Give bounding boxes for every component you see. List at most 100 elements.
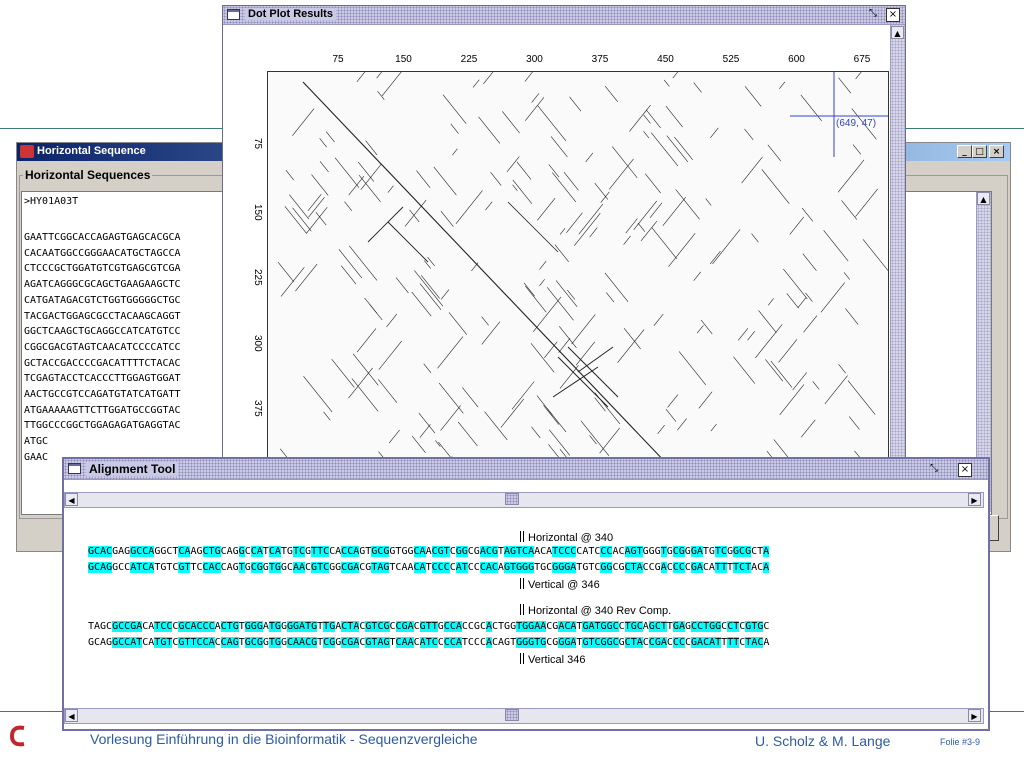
sequence-header: >HY01A03T <box>24 196 79 207</box>
close-button[interactable]: × <box>989 145 1004 158</box>
dot-plot-segment <box>554 244 569 263</box>
dot-plot-segment <box>303 376 333 413</box>
x-tick-label: 375 <box>591 54 609 65</box>
dot-plot-segment <box>411 435 426 453</box>
maximize-button[interactable]: □ <box>972 145 987 158</box>
dot-plot-segment <box>369 304 378 314</box>
dot-plot-segment <box>649 202 663 219</box>
restore-icon[interactable]: ⤡ <box>867 8 879 20</box>
dot-plot-segment <box>502 111 520 134</box>
sequence-line: GCTACCGACCCCGACATTTTCTACAC <box>24 357 181 369</box>
restore-icon[interactable]: ⤡ <box>928 463 940 475</box>
dot-plot-segment <box>663 79 670 87</box>
dot-plot-segment <box>751 233 759 243</box>
bottom-horizontal-scrollbar[interactable] <box>64 708 984 724</box>
dot-plot-segment <box>440 405 461 431</box>
dot-plot-segment <box>675 189 700 220</box>
dot-plot-segment <box>484 411 508 441</box>
y-tick-label: 225 <box>252 269 263 286</box>
alignment-tool-titlebar[interactable]: Alignment Tool ⤡ × <box>64 459 988 480</box>
dot-plot-segment <box>546 408 567 433</box>
close-icon[interactable]: × <box>958 463 972 477</box>
dot-plot-scroll-up-arrow[interactable]: ▲ <box>891 26 904 39</box>
sequence-line: TACGACTGGAGCGCCTACAAGCAGGT <box>24 310 181 322</box>
dot-plot-window: Dot Plot Results ⤡ × 75 150 225 300 375 450 52… <box>222 5 906 466</box>
dot-plot-segment <box>838 364 846 374</box>
dot-plot-segment <box>733 356 756 384</box>
dot-plot-segment <box>566 212 583 233</box>
dot-plot-segment <box>779 81 786 90</box>
dot-plot-segment <box>455 190 483 224</box>
dot-plot-segment <box>331 359 355 388</box>
scroll-right-arrow[interactable]: ▶ <box>968 493 981 506</box>
dot-plot-segment <box>440 289 450 300</box>
scroll-thumb[interactable] <box>505 709 519 721</box>
dot-plot-segment <box>525 97 545 121</box>
y-tick-label: 375 <box>252 400 263 417</box>
dot-plot-segment <box>625 218 638 234</box>
dot-plot-segment <box>629 104 651 132</box>
dot-plot-segment <box>744 128 754 141</box>
close-icon[interactable]: × <box>886 8 900 22</box>
dot-plot-segment <box>295 263 318 292</box>
dot-plot-segment <box>761 169 790 204</box>
dot-plot-segment <box>569 96 582 112</box>
scroll-left-arrow[interactable]: ◀ <box>65 493 78 506</box>
dot-plot-scrollbar[interactable] <box>890 25 905 463</box>
dot-plot-segment <box>779 384 805 415</box>
dot-plot-segment <box>420 275 440 299</box>
dot-plot-canvas[interactable]: (649, 47) <box>267 71 889 466</box>
dot-plot-segment <box>543 405 560 425</box>
scroll-up-arrow[interactable]: ▲ <box>977 192 990 205</box>
dot-plot-segment <box>381 72 402 97</box>
dot-plot-segment <box>387 185 394 193</box>
dot-plot-segment <box>738 328 749 341</box>
dot-plot-segment <box>710 127 719 139</box>
block1-bottom-label: Vertical @ 346 <box>520 578 600 591</box>
dot-plot-segment <box>644 173 661 194</box>
dot-plot-svg <box>277 72 888 465</box>
dot-plot-segment <box>797 297 807 309</box>
minimize-button[interactable]: _ <box>957 145 972 158</box>
dot-plot-segment <box>709 250 721 265</box>
dot-plot-segment <box>555 280 578 308</box>
dot-plot-segment <box>292 108 315 136</box>
dot-plot-segment <box>665 408 677 422</box>
dot-plot-segment <box>450 123 459 134</box>
sequence-line: GAATTCGGCACCAGAGTGAGCACGCA <box>24 232 181 243</box>
dot-plot-segment <box>657 424 665 435</box>
dot-plot-segment <box>307 194 322 211</box>
dot-plot-segment <box>580 420 610 456</box>
top-horizontal-scrollbar[interactable] <box>64 492 984 508</box>
dot-plot-titlebar[interactable]: Dot Plot Results ⤡ × <box>223 6 905 25</box>
dot-plot-segment <box>600 191 610 203</box>
scroll-left-arrow[interactable]: ◀ <box>65 709 78 722</box>
dot-plot-segment <box>552 366 599 398</box>
x-tick-label: 150 <box>395 54 412 65</box>
dot-plot-segment <box>770 360 793 388</box>
dot-plot-segment <box>668 233 696 267</box>
dot-plot-segment <box>855 188 878 217</box>
dot-plot-segment <box>567 346 619 398</box>
dot-plot-segment <box>360 164 382 191</box>
dot-plot-segment <box>433 166 457 196</box>
dot-plot-segment <box>838 77 852 94</box>
dot-plot-segment <box>802 253 817 271</box>
dot-plot-segment <box>532 296 562 332</box>
dot-plot-segment <box>302 81 669 465</box>
dot-plot-segment <box>409 209 420 223</box>
dot-plot-segment <box>712 229 741 265</box>
dot-plot-segment <box>438 382 464 414</box>
scroll-right-arrow[interactable]: ▶ <box>968 709 981 722</box>
scroll-thumb[interactable] <box>505 493 519 505</box>
dot-plot-segment <box>386 313 398 328</box>
dot-plot-segment <box>388 429 400 444</box>
dot-plot-segment <box>512 179 533 204</box>
dot-plot-segment <box>778 339 798 363</box>
dot-plot-segment <box>472 79 480 88</box>
dot-plot-segment <box>352 353 379 386</box>
dot-plot-segment <box>604 272 629 302</box>
dot-plot-segment <box>852 144 862 155</box>
dot-plot-segment <box>623 327 641 350</box>
block2-bottom-label: Vertical 346 <box>520 653 585 666</box>
